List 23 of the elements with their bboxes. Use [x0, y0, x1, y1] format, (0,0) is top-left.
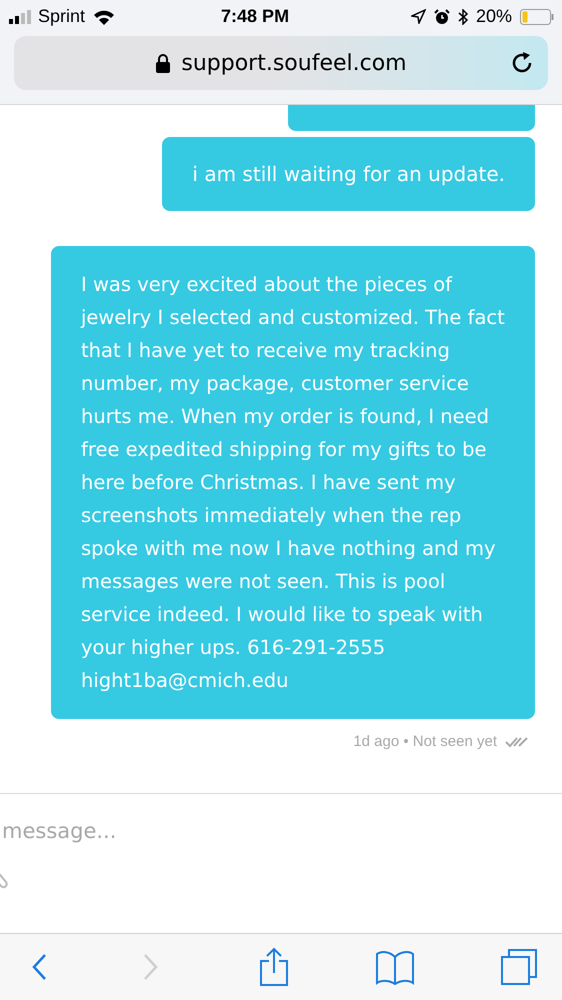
signal-icon: [8, 10, 34, 24]
clock-time: 7:48 PM: [221, 5, 290, 28]
share-icon[interactable]: [259, 947, 289, 987]
message-text: I was very excited about the pieces of jewelry I selected and customized. The fact that I have yet to receive my tracking number, my package, customer service hurts me. When my order is found, I need free expedited shipping for my gifts to be here before Christmas. I have sent my screenshots immediately when the rep spoke with me now I have nothing and my messages were not seen. This is pool service indeed. I would like to speak with your higher ups. 616-291-2555 hight1ba@cmich.edu: [81, 272, 505, 694]
message-text: i am still waiting for an update.: [192, 161, 505, 188]
reload-icon[interactable]: [510, 51, 534, 75]
address-bar[interactable]: support.soufeel.com: [14, 36, 548, 90]
double-check-icon: [505, 736, 529, 748]
alarm-clock-icon: [434, 8, 450, 24]
message-status: 1d ago • Not seen yet: [353, 732, 497, 752]
bookmarks-icon[interactable]: [374, 949, 414, 985]
chevron-left-icon: [31, 953, 47, 981]
lock-icon: [155, 53, 172, 73]
message-input[interactable]: message...: [2, 816, 402, 848]
tabs-icon[interactable]: [500, 948, 538, 986]
bluetooth-icon: [458, 8, 468, 24]
carrier-name: Sprint: [38, 5, 86, 28]
chevron-right-icon: [142, 953, 158, 981]
url-text: support.soufeel.com: [181, 50, 407, 78]
location-arrow-icon: [410, 9, 426, 24]
battery-percent: 20%: [476, 5, 512, 28]
wifi-icon: [93, 8, 116, 24]
battery-icon: [520, 8, 554, 24]
